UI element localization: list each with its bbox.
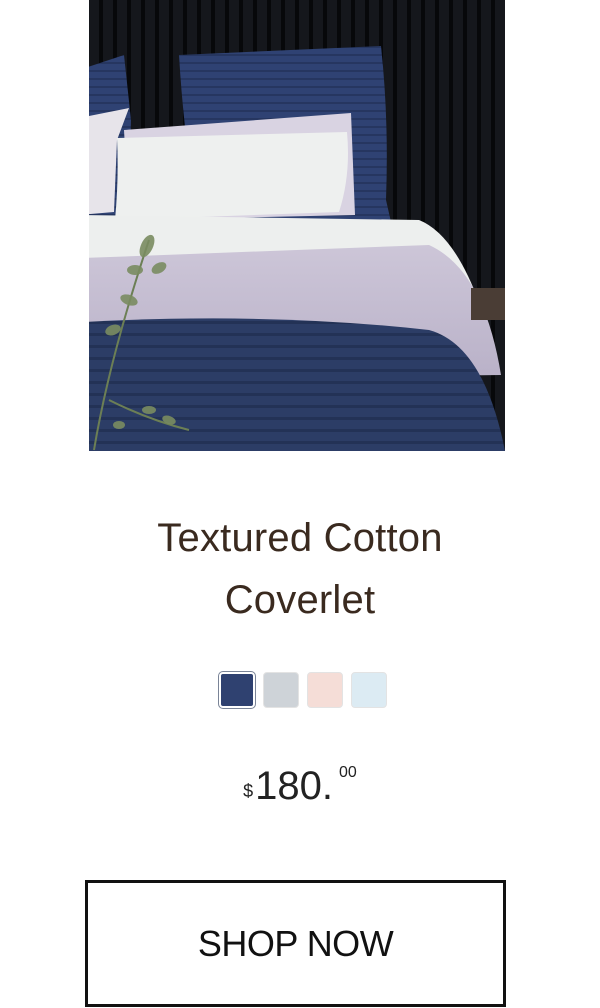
swatch-blush[interactable] [307,672,343,708]
price-currency: $ [243,781,254,801]
bed-photo-illustration [89,0,505,451]
product-title-line2: Coverlet [224,578,376,622]
swatch-grey[interactable] [263,672,299,708]
price-cents: 00 [339,764,357,781]
product-title[interactable]: Textured Cotton Coverlet [0,507,600,631]
product-image[interactable] [89,0,505,451]
product-price: $180. 00 [0,764,600,808]
swatch-navy[interactable] [219,672,255,708]
shop-now-button[interactable]: SHOP NOW [85,880,506,1007]
price-dollars: 180. [255,764,334,808]
product-title-line1: Textured Cotton [157,516,443,560]
swatch-light-blue[interactable] [351,672,387,708]
color-swatches [219,672,387,708]
